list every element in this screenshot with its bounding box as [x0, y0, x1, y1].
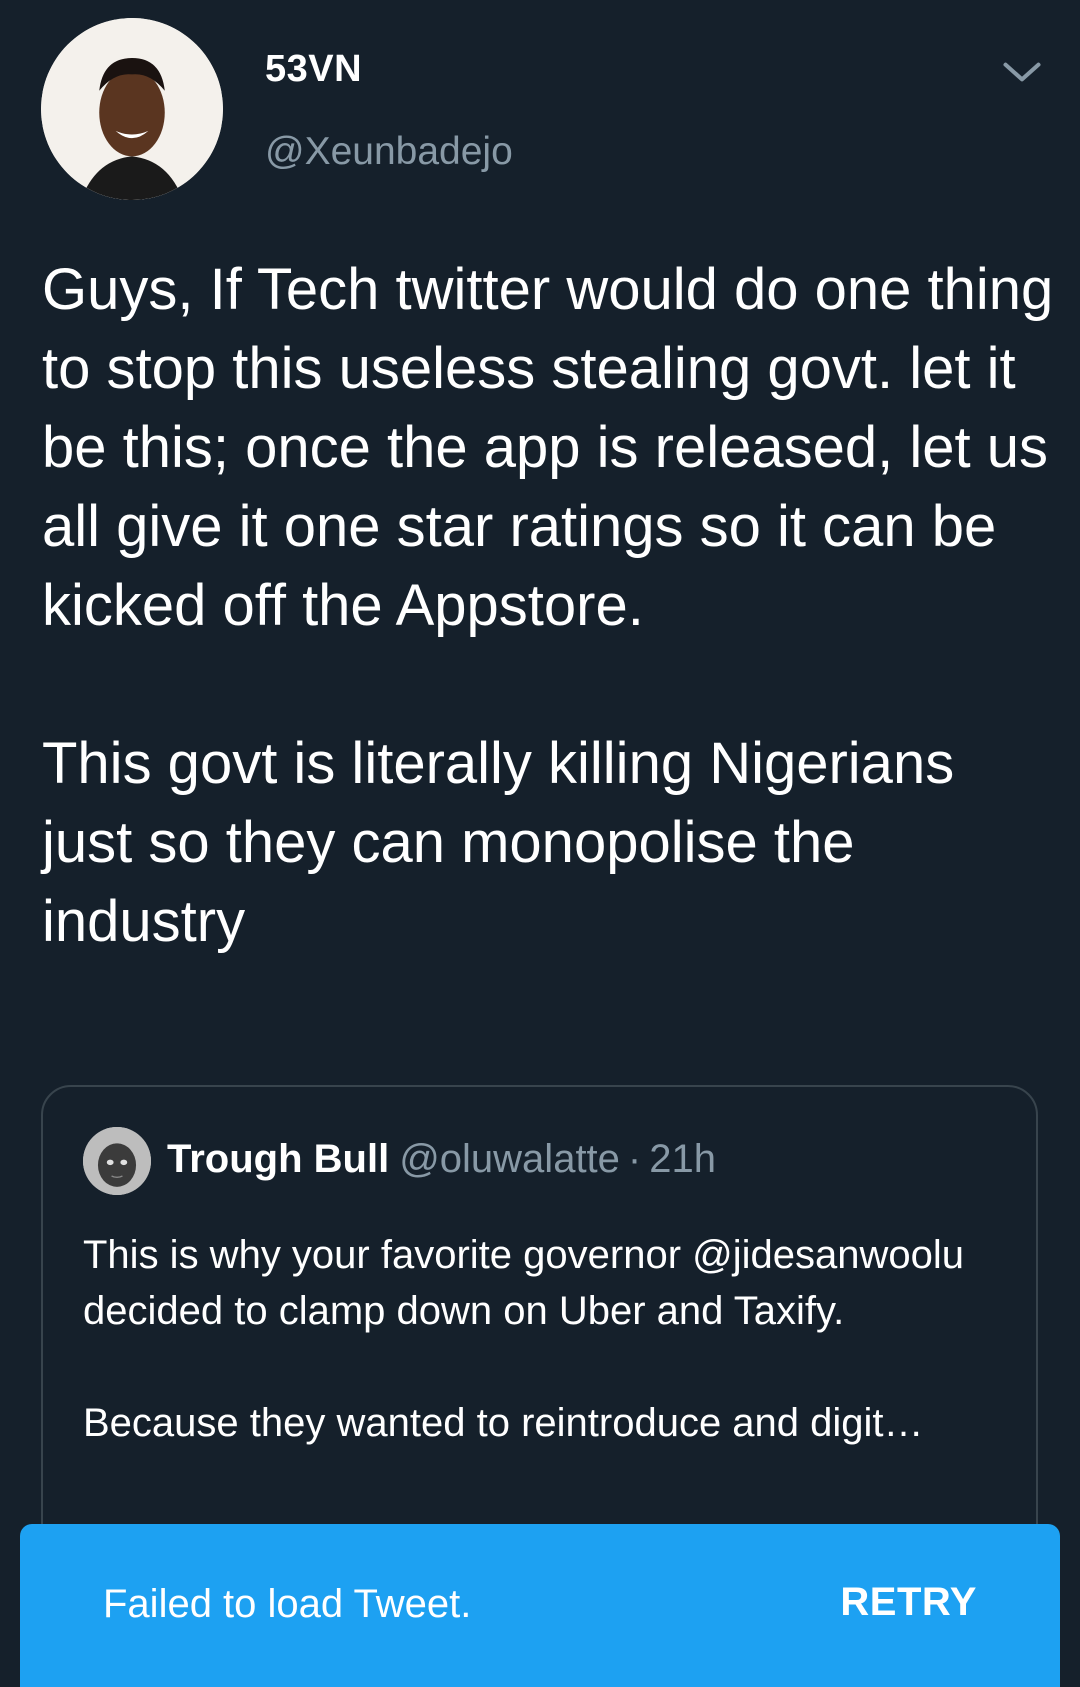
author-display-name[interactable]: 53VN [265, 48, 362, 91]
author-avatar[interactable] [41, 18, 223, 200]
tweet-header: 53VN @Xeunbadejo [0, 0, 1080, 220]
quoted-timestamp: 21h [649, 1137, 716, 1181]
quoted-handle: @oluwalatte [399, 1137, 620, 1181]
quoted-author-avatar [83, 1127, 151, 1195]
author-handle[interactable]: @Xeunbadejo [265, 130, 513, 174]
snackbar-message: Failed to load Tweet. [103, 1582, 472, 1626]
tweet-body-text: Guys, If Tech twitter would do one thing… [42, 257, 1054, 954]
avatar-image [41, 18, 223, 200]
quoted-avatar-image [83, 1127, 151, 1195]
quoted-tweet-text: This is why your favorite governor @jide… [83, 1233, 964, 1445]
retry-button[interactable]: RETRY [840, 1580, 977, 1625]
quoted-display-name: Trough Bull [167, 1137, 390, 1181]
error-snackbar: Failed to load Tweet. RETRY [20, 1524, 1060, 1687]
chevron-down-icon[interactable] [1000, 50, 1044, 94]
quoted-separator: · [627, 1137, 642, 1181]
tweet-detail-screen: 53VN @Xeunbadejo Guys, If Tech twitter w… [0, 0, 1080, 1687]
quoted-tweet-header: Trough Bull @oluwalatte · 21h [167, 1137, 716, 1182]
